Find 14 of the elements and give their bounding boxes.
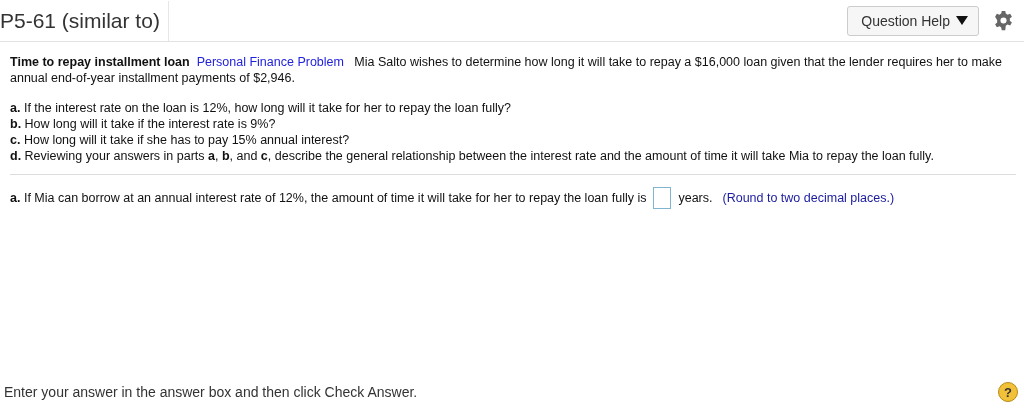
problem-statement: Time to repay installment loan Personal Finance Problem Mia Salto wishes to determine how long it will take to repay a $16,000 loan given that the lender requires her to make annual end-of-year installment payments of $2,946. [10,54,1003,86]
problem-title: P5-61 (similar to) [0,0,169,41]
answer-prompt: a. If Mia can borrow at an annual interest rate of 12%, the amount of time it will take for her to repay the loan fully is [10,190,647,206]
question-part: a. If the interest rate on the loan is 12%, how long will it take for her to repay the loan fully? [10,100,512,116]
rounding-hint: (Round to two decimal places.) [722,190,895,206]
caret-icon [956,16,968,25]
question-part: d. Reviewing your answers in parts a, b, and c, describe the general relationship between the interest rate and the amount of time it will take Mia to repay the loan fully. [10,148,935,164]
question-part: c. How long will it take if she has to pay 15% annual interest? [10,132,351,148]
unit-label: years. [678,190,713,206]
help-icon[interactable]: ? [998,382,1018,402]
instruction-text: Enter your answer in the answer box and then click Check Answer. [4,384,418,400]
question-part: b. How long will it take if the interest rate is 9%? [10,116,277,132]
settings-icon[interactable] [993,10,1014,31]
question-help-button[interactable]: Question Help [847,5,979,36]
